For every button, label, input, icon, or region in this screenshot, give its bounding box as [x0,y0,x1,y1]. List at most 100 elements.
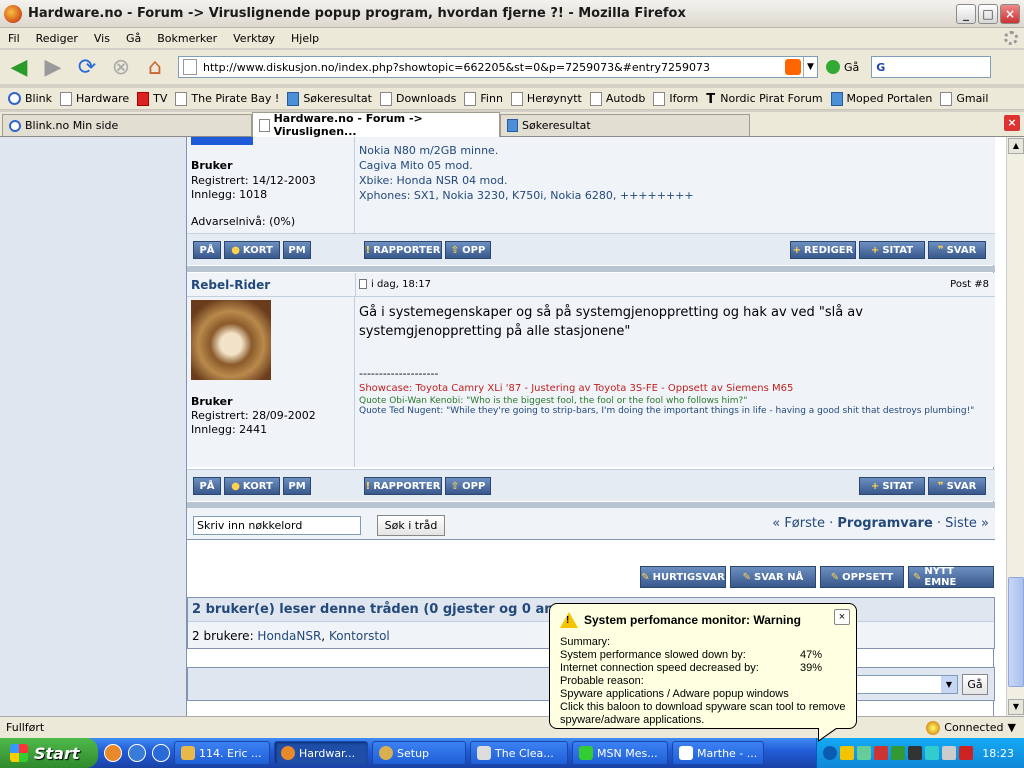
reader-user-link[interactable]: Kontorstol [329,629,390,643]
signature-link[interactable]: Oppsett av Siemens M65 [668,383,793,394]
bookmark-piratebay[interactable]: The Pirate Bay ! [175,91,279,106]
pa-button[interactable]: PÅ [193,477,221,495]
rapporter-button[interactable]: ! RAPPORTER [364,477,442,495]
chevron-down-icon[interactable]: ▼ [941,676,957,693]
back-arrow-icon[interactable]: ◀ [4,53,34,81]
taskbar-item-hardware[interactable]: Hardwar... [274,741,368,765]
shield-tray-icon[interactable] [959,746,973,760]
rapporter-button[interactable]: ! RAPPORTER [364,241,442,259]
menu-vis[interactable]: Vis [86,32,118,45]
connection-status[interactable]: Connected ▼ [926,720,1016,735]
scroll-down-icon[interactable]: ▼ [1008,699,1024,715]
kort-button[interactable]: ● KORT [224,477,280,495]
reload-icon[interactable]: ⟳ [72,53,102,81]
jump-go-button[interactable]: Gå [962,674,988,695]
exclamation-icon: ! [365,480,371,492]
ie-quicklaunch-icon[interactable] [128,744,146,762]
sitat-button[interactable]: + SITAT [859,241,925,259]
taskbar-item-eric[interactable]: 114. Eric ... [174,741,270,765]
pm-button[interactable]: PM [283,241,311,259]
menu-verktoy[interactable]: Verktøy [225,32,283,45]
stop-icon[interactable]: ⊗ [106,53,136,81]
network-tray-icon[interactable] [857,746,871,760]
bookmark-nordic-pirat[interactable]: T Nordic Pirat Forum [706,92,822,107]
oppsett-button[interactable]: ✎ OPPSETT [820,566,904,588]
rediger-button[interactable]: + REDIGER [790,241,856,259]
bookmark-iform[interactable]: Iform [653,91,698,106]
kort-button[interactable]: ● KORT [224,241,280,259]
pager-first-link[interactable]: « Første [772,516,825,531]
taskbar-item-cleaner[interactable]: The Clea... [470,741,568,765]
opp-button[interactable]: ⇧ OPP [445,477,491,495]
hurtigsvar-button[interactable]: ✎ HURTIGSVAR [640,566,726,588]
menu-ga[interactable]: Gå [118,32,149,45]
bookmark-sokeresultat[interactable]: Søkeresultat [287,91,372,106]
balloon-cta[interactable]: Click this baloon to download spyware sc… [560,701,846,727]
post-number-link[interactable]: Post #8 [950,279,989,290]
go-button[interactable]: Gå [826,60,859,74]
menu-fil[interactable]: Fil [0,32,28,45]
close-tab-icon[interactable]: × [1004,115,1020,131]
svar-na-button[interactable]: ✎ SVAR NÅ [730,566,816,588]
bookmark-moped[interactable]: Moped Portalen [830,91,932,106]
app-tray-icon[interactable] [874,746,888,760]
url-dropdown-button[interactable]: ▼ [803,57,817,77]
bookmark-tv[interactable]: TV [137,91,167,106]
topic-search-button[interactable]: Søk i tråd [377,515,445,536]
balloon-close-button[interactable]: × [834,609,850,625]
app-tray-icon[interactable] [908,746,922,760]
scrollbar-thumb[interactable] [1008,577,1024,687]
post-author-link[interactable]: Rebel-Rider [191,278,270,292]
app-tray-icon[interactable] [891,746,905,760]
pager-last-link[interactable]: Siste » [945,516,989,531]
minimize-button[interactable]: _ [956,3,976,24]
forward-arrow-icon[interactable]: ▶ [38,53,68,81]
warning-tray-icon[interactable] [840,746,854,760]
close-window-button[interactable]: × [1000,3,1020,24]
sitat-button[interactable]: + SITAT [859,477,925,495]
bookmark-autodb[interactable]: Autodb [589,91,645,106]
start-button[interactable]: Start [0,738,98,768]
firefox-quicklaunch-icon[interactable] [104,744,122,762]
url-bar[interactable]: http://www.diskusjon.no/index.php?showto… [178,56,818,78]
tray-expand-icon[interactable] [823,746,837,760]
svar-button[interactable]: ❞ SVAR [928,477,986,495]
home-icon[interactable]: ⌂ [140,53,170,81]
taskbar-item-msn[interactable]: MSN Mes... [572,741,668,765]
tab-sokeresultat[interactable]: Søkeresultat [500,114,750,136]
bookmark-hardware[interactable]: Hardware [60,91,129,106]
showcase-link[interactable]: Showcase: Toyota Camry XLi '87 [359,383,521,394]
opp-button[interactable]: ⇧ OPP [445,241,491,259]
reader-user-link[interactable]: HondaNSR [257,629,321,643]
bookmark-blink[interactable]: Blink [8,92,52,105]
bookmark-gmail[interactable]: Gmail [940,91,988,106]
app-tray-icon[interactable] [942,746,956,760]
url-text[interactable]: http://www.diskusjon.no/index.php?showto… [203,61,785,74]
bookmark-finn[interactable]: Finn [464,91,503,106]
menu-hjelp[interactable]: Hjelp [283,32,327,45]
tab-hardware[interactable]: Hardware.no - Forum -> Viruslignen... [252,112,500,138]
taskbar-item-marthe[interactable]: Marthe - ... [672,741,764,765]
fake-warning-balloon[interactable]: × ! System perfomance monitor: Warning S… [549,603,857,742]
browser-quicklaunch-icon[interactable] [152,744,170,762]
bookmark-downloads[interactable]: Downloads [379,91,456,106]
pa-button[interactable]: PÅ [193,241,221,259]
pager-forum-link[interactable]: Programvare [837,516,932,531]
pm-button[interactable]: PM [283,477,311,495]
taskbar-item-setup[interactable]: Setup [372,741,466,765]
tab-blink[interactable]: Blink.no Min side [2,114,252,136]
app-tray-icon[interactable] [925,746,939,760]
button-label: KORT [242,480,273,492]
menu-rediger[interactable]: Rediger [28,32,86,45]
vertical-scrollbar[interactable]: ▲ ▼ [1006,137,1024,716]
topic-search-input[interactable] [193,516,361,535]
svar-button[interactable]: ❞ SVAR [928,241,986,259]
bookmark-heroynytt[interactable]: Herøynytt [510,91,582,106]
signature-link[interactable]: - Justering av Toyota 3S-FE - [521,383,668,394]
menu-bokmerker[interactable]: Bokmerker [149,32,225,45]
scroll-up-icon[interactable]: ▲ [1008,138,1024,154]
rss-feed-icon[interactable] [785,59,801,75]
maximize-button[interactable]: □ [978,3,998,24]
nytt-emne-button[interactable]: ✎ NYTT EMNE [908,566,994,588]
web-search-input[interactable]: G [871,56,992,78]
